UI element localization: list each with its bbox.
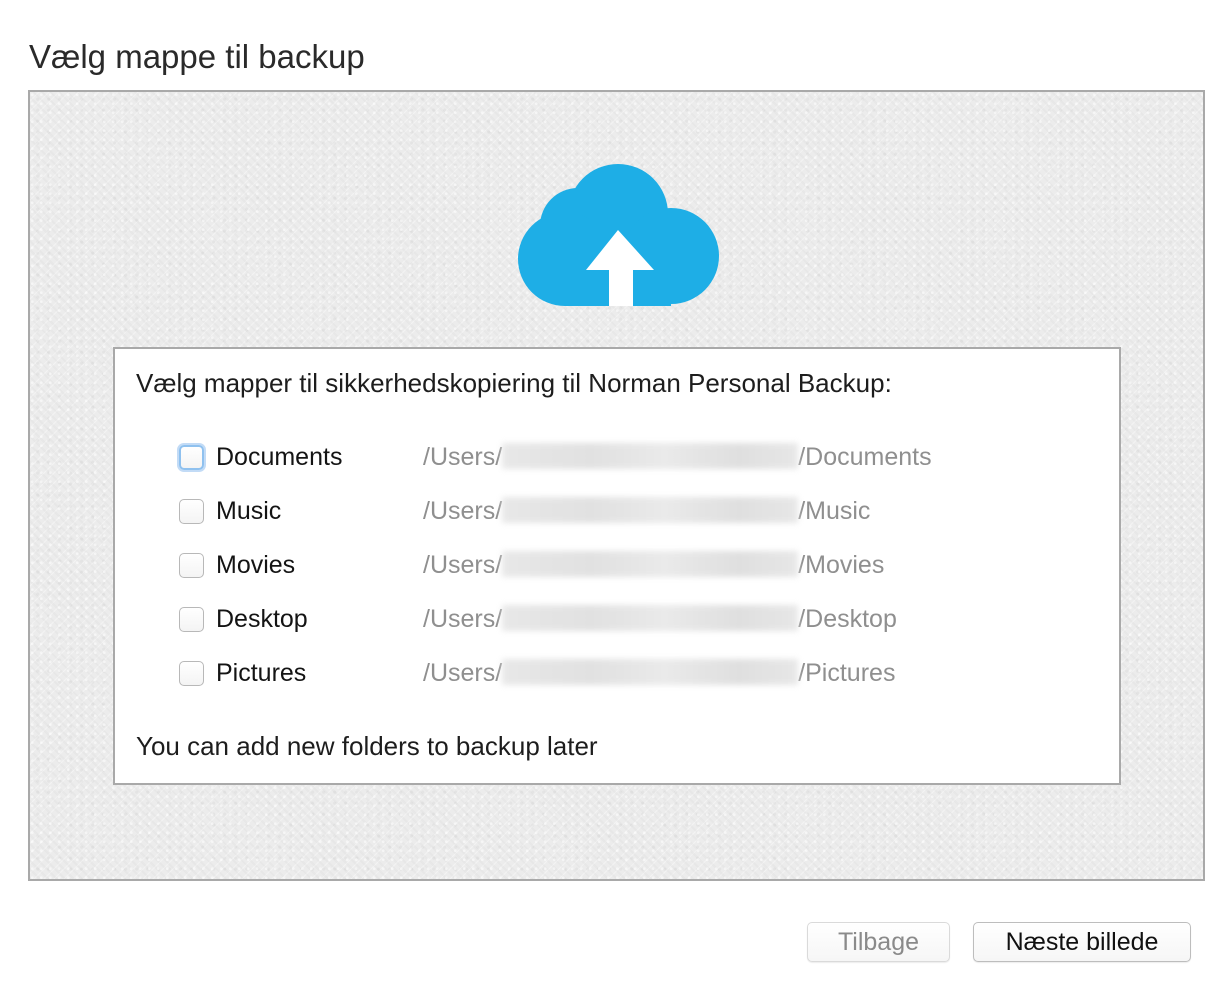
path-suffix: /Documents	[798, 443, 932, 471]
back-button[interactable]: Tilbage	[807, 922, 950, 962]
checkbox-documents[interactable]	[179, 445, 204, 470]
next-button[interactable]: Næste billede	[973, 922, 1191, 962]
path-prefix: /Users/	[423, 659, 503, 687]
redacted-username	[502, 443, 799, 469]
backup-wizard-window: Vælg mappe til backup Vælg mapper til si…	[0, 0, 1232, 1006]
folder-label-desktop: Desktop	[216, 605, 308, 633]
redacted-username	[502, 497, 799, 523]
path-suffix: /Pictures	[798, 659, 896, 687]
folder-path-pictures: /Users/ /Pictures	[423, 656, 895, 690]
path-prefix: /Users/	[423, 605, 503, 633]
folder-selection-box: Vælg mapper til sikkerhedskopiering til …	[113, 347, 1121, 785]
path-suffix: /Music	[798, 497, 871, 525]
folder-row-desktop: Desktop /Users/ /Desktop	[179, 599, 1079, 639]
folder-label-music: Music	[216, 497, 282, 525]
folder-row-pictures: Pictures /Users/ /Pictures	[179, 653, 1079, 693]
add-folders-later-note: You can add new folders to backup later	[136, 731, 598, 761]
folder-path-desktop: /Users/ /Desktop	[423, 602, 897, 636]
redacted-username	[502, 605, 799, 631]
path-prefix: /Users/	[423, 443, 503, 471]
folder-path-documents: /Users/ /Documents	[423, 440, 932, 474]
cloud-upload-icon	[518, 164, 719, 306]
folder-row-movies: Movies /Users/ /Movies	[179, 545, 1079, 585]
page-title: Vælg mappe til backup	[29, 38, 365, 75]
path-prefix: /Users/	[423, 551, 503, 579]
folder-label-pictures: Pictures	[216, 659, 307, 687]
folder-label-movies: Movies	[216, 551, 296, 579]
path-suffix: /Movies	[798, 551, 885, 579]
redacted-username	[502, 551, 799, 577]
checkbox-movies[interactable]	[179, 553, 204, 578]
content-panel: Vælg mapper til sikkerhedskopiering til …	[28, 90, 1205, 881]
checkbox-music[interactable]	[179, 499, 204, 524]
folder-label-documents: Documents	[216, 443, 343, 471]
redacted-username	[502, 659, 799, 685]
folder-path-movies: /Users/ /Movies	[423, 548, 884, 582]
folder-row-documents: Documents /Users/ /Documents	[179, 437, 1079, 477]
path-prefix: /Users/	[423, 497, 503, 525]
checkbox-desktop[interactable]	[179, 607, 204, 632]
folder-selection-heading: Vælg mapper til sikkerhedskopiering til …	[136, 368, 892, 398]
path-suffix: /Desktop	[798, 605, 897, 633]
folder-row-music: Music /Users/ /Music	[179, 491, 1079, 531]
checkbox-pictures[interactable]	[179, 661, 204, 686]
folder-path-music: /Users/ /Music	[423, 494, 870, 528]
